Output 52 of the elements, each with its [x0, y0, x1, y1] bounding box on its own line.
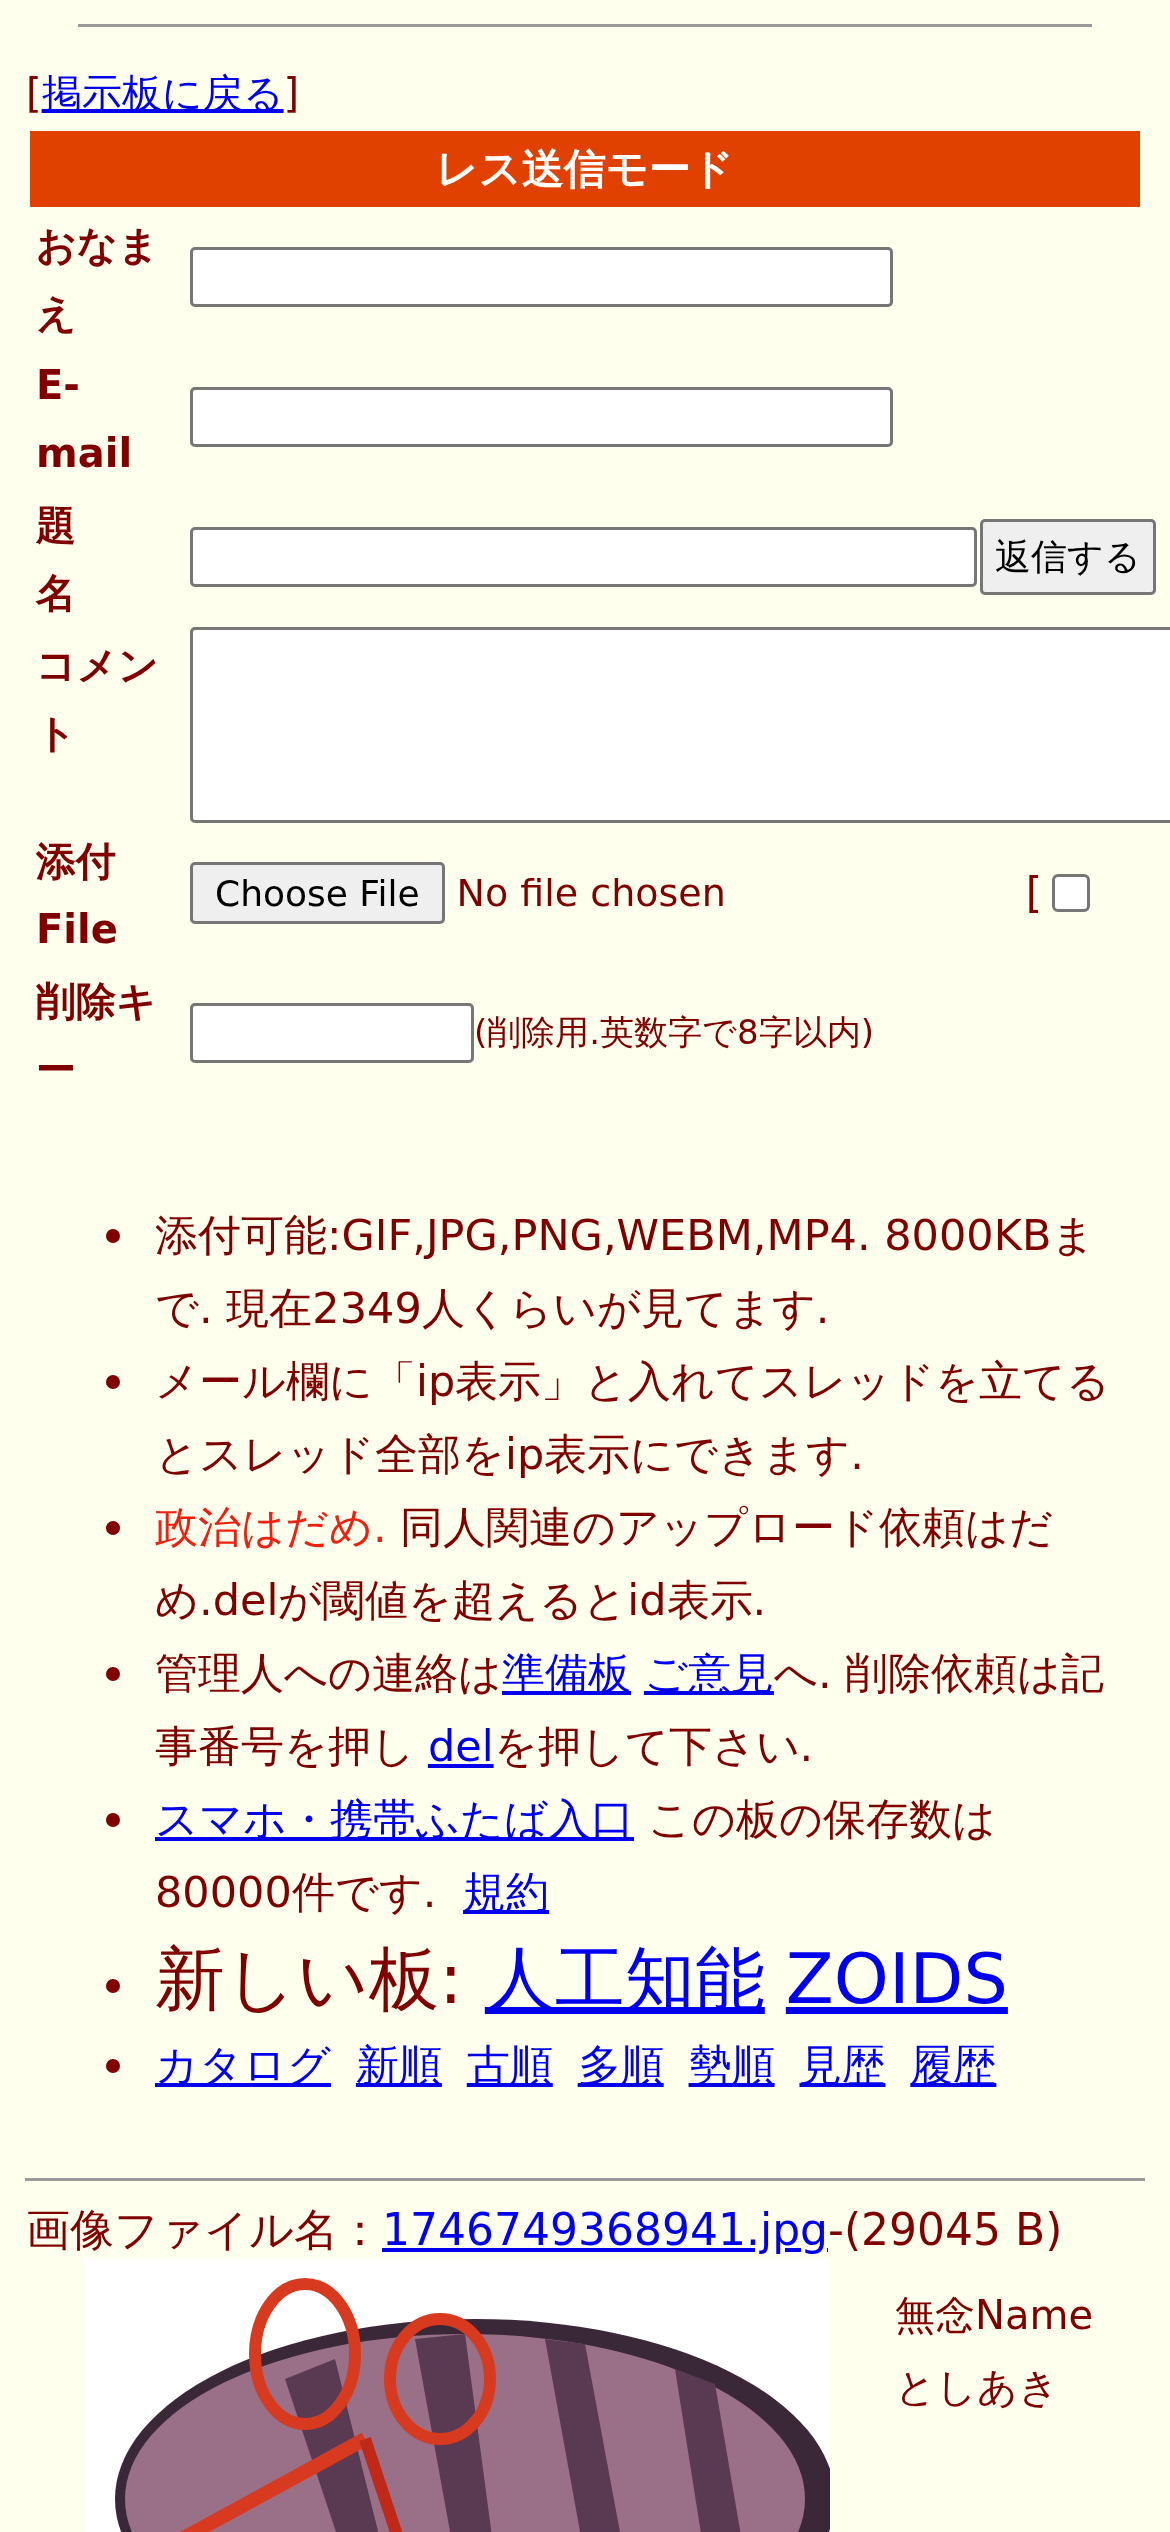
field-label: 添付File	[35, 837, 119, 954]
field-label: 題名	[34, 501, 77, 618]
input-field[interactable]	[190, 1003, 474, 1063]
checkbox[interactable]	[1052, 874, 1091, 912]
name-label: 無念Name	[895, 2291, 1093, 2340]
notice-text: メール欄に「ip表示」と入れてスレッドを立てるとスレッド全部をip表示にできます.	[155, 1355, 1112, 1481]
file-info-text: 画像ファイル名：1746749368941.jpg-(29045 B)	[26, 2203, 1064, 2257]
notice-text: 新しい板: 人工知能 ZOIDS	[155, 1937, 1009, 2022]
file-status: No file chosen	[456, 871, 726, 915]
nav-link[interactable]: 履歴	[910, 2029, 997, 2102]
link[interactable]: ご意見	[643, 1648, 774, 1698]
field-label: コメント	[35, 641, 160, 758]
nav-link[interactable]: 古順	[466, 2029, 553, 2102]
choose-file-button[interactable]: Choose File	[190, 862, 445, 924]
input-field[interactable]	[190, 247, 893, 307]
notice-text: 添付可能:GIF,JPG,PNG,WEBM,MP4. 8000KBまで. 現在2349人くらいが見てます.	[155, 1209, 1097, 1335]
bracket-text: [	[26, 70, 42, 116]
link[interactable]: ZOIDS	[785, 1938, 1008, 2020]
bullet-icon	[106, 1375, 120, 1389]
input-field[interactable]	[190, 527, 977, 587]
link[interactable]: del	[427, 1721, 494, 1771]
nav-link[interactable]: 見歴	[799, 2029, 886, 2102]
back-link[interactable]: 掲示板に戻る	[41, 70, 284, 116]
bullet-icon	[106, 1813, 120, 1827]
field-label: 削除キー	[35, 977, 158, 1094]
bullet-icon	[106, 1667, 120, 1681]
bracket-text: ]	[283, 70, 300, 116]
file-link[interactable]: 1746749368941.jpg	[382, 2204, 828, 2255]
nav-link[interactable]: 新順	[355, 2029, 442, 2102]
nav-link[interactable]: 多順	[577, 2029, 664, 2102]
link[interactable]: スマホ・携帯ふたば入口	[155, 1794, 634, 1844]
notice-text: 管理人への連絡は準備板 ご意見へ. 削除依頼は記事番号を押し del を押して下さい.	[155, 1647, 1106, 1773]
notice-text: 政治はだめ. 同人関連のアップロード依頼はだめ.delが閾値を超えるとid表示.	[155, 1501, 1055, 1627]
reply-button[interactable]: 返信する	[980, 519, 1156, 595]
form-title: レス送信モード	[30, 131, 1140, 207]
bullet-icon	[106, 1521, 120, 1535]
nav-link[interactable]: カタログ	[155, 2029, 331, 2102]
bullet-icon	[106, 1229, 120, 1243]
bracket-text: [	[1025, 868, 1043, 918]
input-field[interactable]	[190, 387, 893, 447]
author-name: としあき	[895, 2363, 1060, 2412]
link[interactable]: 準備板	[502, 1648, 631, 1698]
nav-link[interactable]: 勢順	[688, 2029, 775, 2102]
field-label: E-mail	[35, 361, 134, 478]
bullet-icon	[106, 1979, 120, 1993]
link[interactable]: 人工知能	[484, 1938, 765, 2020]
bullet-icon	[106, 2059, 120, 2073]
field-label: おなまえ	[35, 221, 160, 338]
comment-field[interactable]	[190, 627, 1170, 823]
hint-text: (削除用.英数字で8字以内)	[474, 1011, 874, 1054]
link[interactable]: 規約	[463, 1867, 550, 1917]
notice-text: スマホ・携帯ふたば入口 この板の保存数は80000件です. 規約	[155, 1793, 997, 1919]
